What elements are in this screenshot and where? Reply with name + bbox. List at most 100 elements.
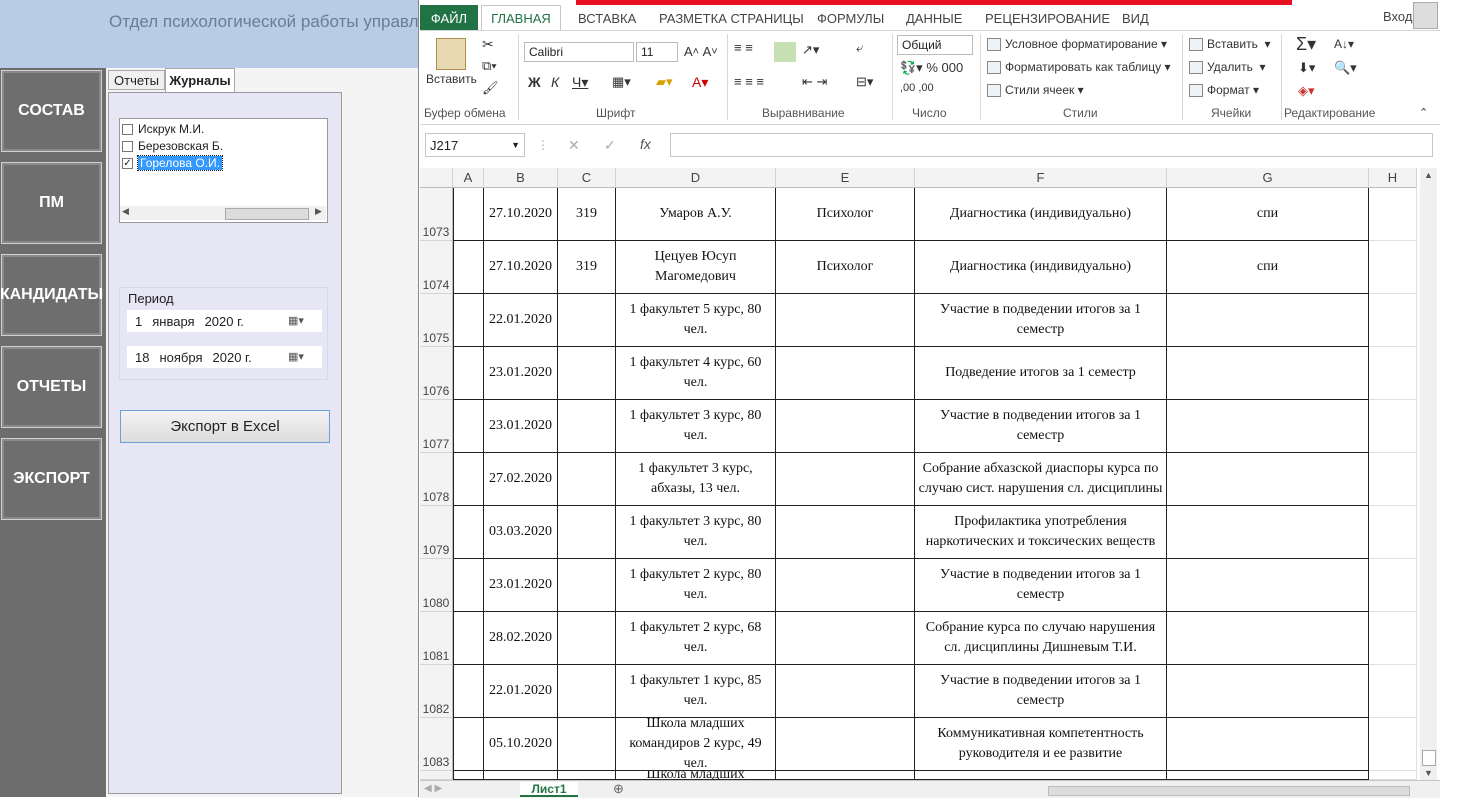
table-cell[interactable]: Психолог — [776, 241, 915, 294]
table-cell[interactable]: Профилактика употребления наркотических … — [915, 506, 1167, 559]
table-cell[interactable] — [1369, 294, 1417, 347]
column-header-a[interactable]: A — [453, 168, 484, 188]
column-header-b[interactable]: B — [484, 168, 558, 188]
cancel-icon[interactable]: ✕ — [568, 137, 580, 154]
table-cell[interactable]: Умаров А.У. — [616, 188, 776, 241]
table-cell[interactable] — [453, 718, 484, 771]
table-cell[interactable]: 1 факультет 2 курс, 80 чел. — [616, 559, 776, 612]
table-cell[interactable]: 03.03.2020 — [484, 506, 558, 559]
tab-page-layout[interactable]: РАЗМЕТКА СТРАНИЦЫ — [659, 5, 804, 31]
tab-insert[interactable]: ВСТАВКА — [578, 5, 636, 31]
scroll-thumb[interactable] — [225, 208, 309, 220]
sort-filter-icon[interactable]: A↓▾ — [1334, 37, 1354, 51]
sheet-nav-icon[interactable]: ◀ ▶ — [424, 783, 442, 794]
column-header-e[interactable]: E — [776, 168, 915, 188]
table-cell[interactable]: 23.01.2020 — [484, 347, 558, 400]
table-cell[interactable] — [453, 400, 484, 453]
table-cell[interactable] — [453, 506, 484, 559]
table-cell[interactable] — [776, 771, 915, 780]
table-cell[interactable] — [1369, 559, 1417, 612]
table-cell[interactable] — [453, 559, 484, 612]
number-format-select[interactable]: Общий — [897, 35, 973, 55]
table-cell[interactable]: Коммуникативная компетентность руководит… — [915, 718, 1167, 771]
table-cell[interactable]: 22.01.2020 — [484, 665, 558, 718]
nav-export-button[interactable]: ЭКСПОРТ — [1, 438, 102, 520]
tab-reports[interactable]: Отчеты — [108, 70, 165, 90]
table-cell[interactable]: Участие в подведении итогов за 1 семестр — [915, 400, 1167, 453]
font-color-icon[interactable]: A▾ — [692, 74, 708, 91]
collapse-ribbon-icon[interactable]: ⌃ — [1419, 106, 1428, 119]
table-cell[interactable]: 1 факультет 3 курс, абхазы, 13 чел. — [616, 453, 776, 506]
scroll-left-icon[interactable]: ◀ — [122, 206, 129, 217]
orientation-icon[interactable]: ↗▾ — [802, 42, 819, 58]
paste-icon[interactable] — [436, 38, 466, 70]
table-cell[interactable]: 1 факультет 3 курс, 80 чел. — [616, 506, 776, 559]
underline-icon[interactable]: Ч▾ — [572, 74, 588, 91]
column-header-h[interactable]: H — [1369, 168, 1417, 188]
checkbox[interactable] — [122, 140, 133, 152]
table-cell[interactable]: 1 факультет 3 курс, 80 чел. — [616, 400, 776, 453]
row-header[interactable]: 1078 — [420, 453, 453, 506]
table-cell[interactable]: 1 факультет 2 курс, 68 чел. — [616, 612, 776, 665]
row-header[interactable]: 1082 — [420, 665, 453, 718]
clear-icon[interactable]: ◈▾ — [1298, 83, 1315, 99]
merge-icon[interactable]: ⊟▾ — [856, 74, 873, 90]
avatar[interactable] — [1413, 2, 1438, 29]
signin-link[interactable]: Вход — [1383, 9, 1412, 24]
table-cell[interactable]: Собрание курса по случаю нарушения сл. д… — [915, 612, 1167, 665]
font-size-select[interactable]: 11 — [636, 42, 678, 62]
table-cell[interactable] — [558, 559, 616, 612]
table-cell[interactable] — [1369, 241, 1417, 294]
insert-cells-button[interactable]: Вставить ▾ — [1189, 37, 1271, 51]
scroll-thumb[interactable] — [1422, 750, 1436, 766]
calendar-dropdown-icon[interactable]: ▦▾ — [288, 314, 306, 327]
table-cell[interactable]: Диагностика (индивидуально) — [915, 188, 1167, 241]
table-cell[interactable]: Собрание абхазской диаспоры курса по слу… — [915, 453, 1167, 506]
table-cell[interactable] — [1167, 506, 1369, 559]
row-header[interactable]: 1075 — [420, 294, 453, 347]
align-left-icon[interactable]: ≡ ≡ ≡ — [734, 74, 764, 89]
table-cell[interactable] — [558, 506, 616, 559]
font-grow-icon[interactable]: A ˄ A ˅ — [684, 44, 718, 59]
table-cell[interactable] — [558, 771, 616, 780]
horizontal-scrollbar[interactable] — [1048, 786, 1410, 796]
select-all-corner[interactable] — [420, 168, 453, 188]
table-cell[interactable] — [1167, 612, 1369, 665]
row-header[interactable]: 1074 — [420, 241, 453, 294]
table-cell[interactable] — [484, 771, 558, 780]
row-header[interactable]: 1080 — [420, 559, 453, 612]
list-item[interactable]: Березовская Б. — [122, 138, 223, 154]
table-cell[interactable]: 27.02.2020 — [484, 453, 558, 506]
table-cell[interactable]: Диагностика (индивидуально) — [915, 241, 1167, 294]
table-cell[interactable]: 05.10.2020 — [484, 718, 558, 771]
table-cell[interactable] — [1369, 453, 1417, 506]
table-cell[interactable] — [453, 241, 484, 294]
table-cell[interactable] — [558, 294, 616, 347]
table-cell[interactable] — [776, 347, 915, 400]
italic-icon[interactable]: К — [551, 74, 559, 90]
tab-journals[interactable]: Журналы — [165, 68, 235, 92]
tab-review[interactable]: РЕЦЕНЗИРОВАНИЕ — [985, 5, 1110, 31]
table-cell[interactable]: Цецуев Юсуп Магомедович — [616, 241, 776, 294]
calendar-dropdown-icon[interactable]: ▦▾ — [288, 350, 306, 363]
export-excel-button[interactable]: Экспорт в Excel — [120, 410, 330, 443]
find-select-icon[interactable]: 🔍▾ — [1334, 60, 1357, 76]
table-cell[interactable] — [915, 771, 1167, 780]
table-cell[interactable]: Школа младших — [616, 771, 776, 780]
row-header[interactable]: 1081 — [420, 612, 453, 665]
name-box[interactable]: J217 ▼ — [425, 133, 525, 157]
drag-handle-icon[interactable]: ⋮ — [537, 138, 549, 152]
table-cell[interactable] — [453, 294, 484, 347]
table-cell[interactable]: 27.10.2020 — [484, 188, 558, 241]
fill-icon[interactable]: ⬇▾ — [1298, 60, 1315, 76]
table-cell[interactable]: Подведение итогов за 1 семестр — [915, 347, 1167, 400]
row-header[interactable]: 1083 — [420, 718, 453, 771]
list-item[interactable]: ✓ Горелова О.И. — [122, 155, 224, 171]
list-item[interactable]: Искрук М.И. — [122, 121, 204, 137]
table-cell[interactable] — [1167, 718, 1369, 771]
currency-icon[interactable]: 💱▾ % 000 — [900, 60, 963, 76]
function-icon[interactable]: fx — [640, 136, 651, 152]
scroll-down-icon[interactable]: ▼ — [1424, 768, 1433, 778]
nav-pm-button[interactable]: ПМ — [1, 162, 102, 244]
nav-candidates-button[interactable]: КАНДИДАТЫ — [0, 254, 103, 336]
